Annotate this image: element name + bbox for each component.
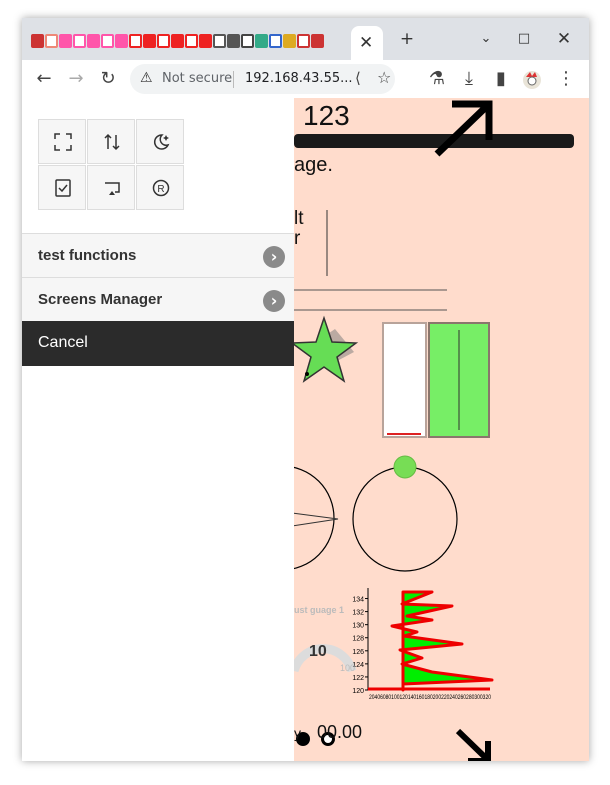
new-tab-icon[interactable]: + — [395, 29, 419, 49]
favicon-1[interactable] — [45, 34, 58, 48]
checklist-button[interactable] — [38, 165, 86, 210]
checklist-icon — [55, 179, 71, 197]
favicon-17[interactable] — [269, 34, 282, 48]
cast-icon — [105, 182, 120, 195]
favicon-11[interactable] — [185, 34, 198, 48]
profile-avatar-icon[interactable] — [520, 69, 544, 96]
favicon-4[interactable] — [87, 34, 100, 48]
chart-y-tick-label: 132 — [352, 610, 364, 617]
chart-y-tick-label: 120 — [352, 688, 364, 695]
registered-icon: R — [152, 179, 170, 197]
favicon-19[interactable] — [297, 34, 310, 48]
heading-number: 123 — [303, 100, 350, 131]
bookmark-star-icon[interactable]: ☆ — [377, 68, 391, 87]
url-text[interactable]: 192.168.43.55... — [245, 71, 353, 86]
side-menu-drawer: R test functions › Screens Manager › Can… — [22, 98, 294, 761]
cast-button[interactable] — [87, 165, 135, 210]
swap-vertical-icon — [104, 133, 120, 151]
gauge-value: 10 — [309, 643, 327, 660]
text-fragment-age: age. — [294, 154, 333, 176]
chart-y-tick-label: 126 — [352, 649, 364, 656]
address-divider — [233, 71, 234, 88]
favicon-8[interactable] — [143, 34, 156, 48]
download-icon[interactable]: ⤓ — [457, 69, 481, 89]
chart-y-tick-label: 130 — [352, 623, 364, 630]
security-label[interactable]: Not secure — [162, 71, 232, 86]
favicon-16[interactable] — [255, 34, 268, 48]
area-chart: 1201221241261281301321342040608010012014… — [352, 588, 494, 701]
side-panel-icon[interactable]: ▮ — [489, 69, 513, 89]
reload-icon[interactable]: ↻ — [96, 69, 120, 89]
back-icon[interactable]: ← — [32, 69, 56, 89]
fullscreen-icon — [54, 133, 72, 151]
favicon-20[interactable] — [311, 34, 324, 48]
gauge-max-label: 100 — [340, 663, 356, 673]
favicon-15[interactable] — [241, 34, 254, 48]
close-tab-icon[interactable]: ✕ — [359, 33, 373, 53]
svg-text:R: R — [157, 184, 164, 195]
swap-vertical-button[interactable] — [87, 119, 135, 164]
favicon-18[interactable] — [283, 34, 296, 48]
text-fragment-r: r — [294, 228, 301, 249]
browser-menu-icon[interactable]: ⋮ — [554, 69, 578, 89]
favicon-2[interactable] — [59, 34, 72, 48]
favicon-12[interactable] — [199, 34, 212, 48]
chart-series-area — [390, 590, 494, 692]
chart-y-tick-label: 122 — [352, 675, 364, 682]
arrow-down-right-icon — [455, 728, 491, 761]
chart-x-tick-labels: 2040608010012014016018020022024026028030… — [369, 695, 492, 701]
night-mode-icon — [153, 134, 170, 150]
browser-toolbar: ← → ↻ ⚠ Not secure 192.168.43.55... ⟨ ☆ … — [22, 60, 589, 99]
registered-button[interactable]: R — [136, 165, 184, 210]
number-display: 00.00 — [317, 722, 363, 742]
chart-y-tick-label: 128 — [352, 636, 364, 643]
active-tab[interactable]: ✕ — [351, 26, 383, 60]
chevron-right-icon: › — [263, 290, 285, 312]
menu-item-test-functions[interactable]: test functions › — [22, 233, 294, 278]
warning-icon[interactable]: ⚠ — [140, 70, 153, 86]
gauge-title: ust guage 1 — [294, 605, 345, 615]
text-fragment-lt: lt — [294, 208, 304, 229]
favicon-13[interactable] — [213, 34, 226, 48]
cancel-label: Cancel — [38, 334, 88, 351]
fullscreen-button[interactable] — [38, 119, 86, 164]
progress-bar — [294, 134, 574, 148]
share-icon[interactable]: ⟨ — [355, 69, 361, 87]
pinned-tab-favicons — [31, 34, 324, 50]
favicon-0[interactable] — [31, 34, 44, 48]
tab-search-icon[interactable]: ⌄ — [474, 29, 498, 49]
browser-window: ✕ + ⌄ □ ✕ ← → ↻ ⚠ Not secure 192.168.43.… — [22, 18, 589, 761]
favicon-5[interactable] — [101, 34, 114, 48]
page-viewport: 120 122 124 126 128 130 132 134 2040608010012014… — [22, 98, 589, 761]
chevron-right-icon: › — [263, 246, 285, 268]
forward-icon[interactable]: → — [64, 69, 88, 89]
favicon-6[interactable] — [115, 34, 128, 48]
empty-level-bar — [382, 322, 427, 438]
favicon-14[interactable] — [227, 34, 240, 48]
tab-strip: ✕ + ⌄ □ ✕ — [22, 18, 589, 60]
menu-item-label: Screens Manager — [38, 291, 163, 308]
night-mode-button[interactable] — [136, 119, 184, 164]
text-fragment-y: y — [294, 725, 301, 741]
favicon-9[interactable] — [157, 34, 170, 48]
chart-y-tick-label: 134 — [352, 597, 364, 604]
favicon-7[interactable] — [129, 34, 142, 48]
address-bar[interactable]: ⚠ Not secure 192.168.43.55... ⟨ ☆ — [130, 64, 395, 94]
tool-grid: R — [38, 119, 186, 211]
labs-flask-icon[interactable]: ⚗ — [425, 69, 449, 89]
dial-knob — [393, 455, 417, 479]
close-window-icon[interactable]: ✕ — [552, 29, 576, 49]
star-shape — [289, 315, 359, 383]
cancel-button[interactable]: Cancel — [22, 321, 294, 366]
favicon-10[interactable] — [171, 34, 184, 48]
favicon-3[interactable] — [73, 34, 86, 48]
menu-item-label: test functions — [38, 247, 137, 264]
round-dial — [352, 466, 458, 572]
maximize-icon[interactable]: □ — [512, 29, 536, 49]
menu-item-screens-manager[interactable]: Screens Manager › — [22, 277, 294, 322]
